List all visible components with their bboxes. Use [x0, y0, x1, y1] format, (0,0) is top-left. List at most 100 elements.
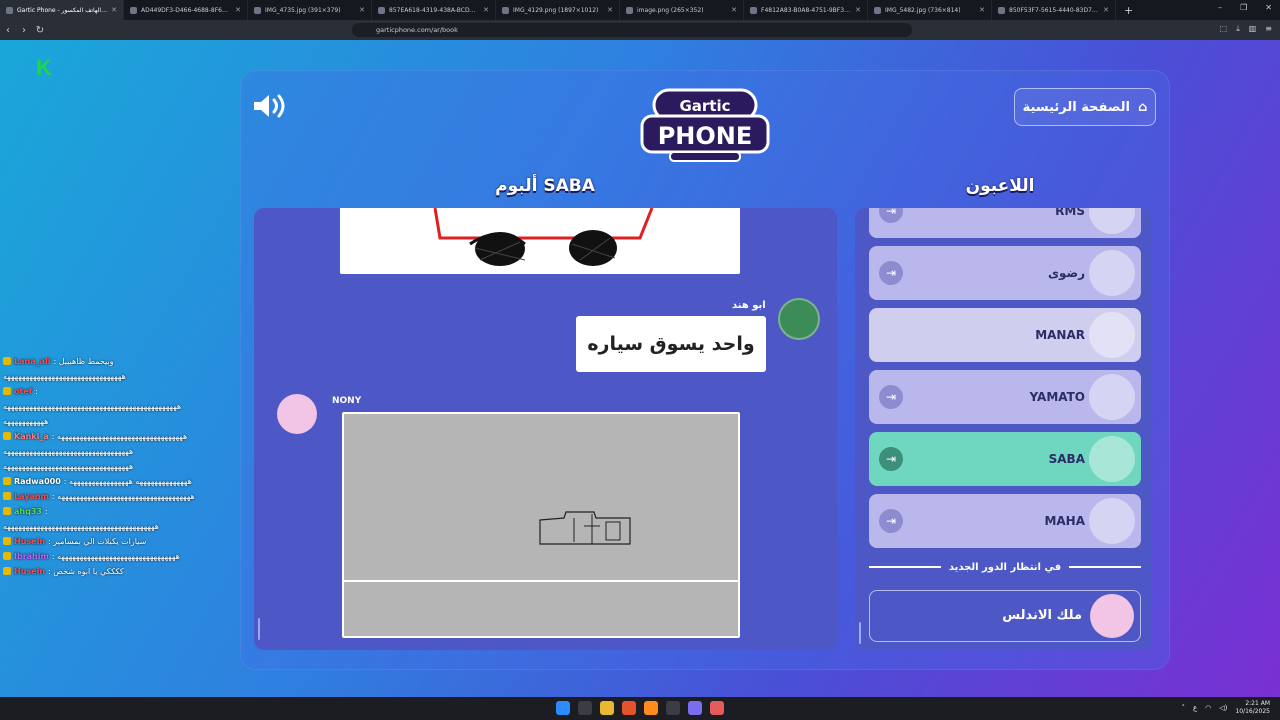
- chat-username[interactable]: Husein: [14, 537, 45, 546]
- tab-close-icon[interactable]: ✕: [1103, 6, 1109, 14]
- player-avatar: [1089, 312, 1135, 358]
- drawing-canvas[interactable]: [342, 412, 740, 638]
- tab-close-icon[interactable]: ✕: [979, 6, 985, 14]
- chat-text: هههههههههههه: [3, 417, 49, 426]
- taskbar-apps: [556, 701, 724, 715]
- tab-close-icon[interactable]: ✕: [235, 6, 241, 14]
- browser-tab[interactable]: F4812A83-B0A8-4751-9BF3-AFAD0... ✕: [744, 0, 868, 20]
- sidebar-icon[interactable]: ▥: [1249, 24, 1257, 34]
- kick-player-icon[interactable]: ⇥: [879, 509, 903, 533]
- kick-player-icon[interactable]: ⇥: [879, 261, 903, 285]
- browser-tab[interactable]: Gartic Phone - لعبة الهاتف المكسور ✕: [0, 0, 124, 20]
- address-bar[interactable]: garticphone.com/ar/book: [352, 23, 912, 37]
- forward-icon[interactable]: ›: [16, 25, 32, 36]
- close-window-icon[interactable]: ✕: [1265, 3, 1272, 12]
- chat-username[interactable]: Kanki_a: [14, 432, 49, 441]
- back-icon[interactable]: ‹: [0, 25, 16, 36]
- chat-username[interactable]: Layanm: [14, 492, 49, 501]
- wifi-icon[interactable]: ◠: [1205, 704, 1211, 712]
- tab-favicon-icon: [254, 6, 261, 14]
- browser-tab[interactable]: IMG_4129.png (1897×1012) ✕: [496, 0, 620, 20]
- clock[interactable]: 2:21 AM 10/16/2025: [1235, 700, 1270, 716]
- tab-close-icon[interactable]: ✕: [855, 6, 861, 14]
- chat-username[interactable]: Lana_ali: [14, 357, 50, 366]
- home-label: الصفحة الرئيسية: [1022, 99, 1130, 115]
- tab-favicon-icon: [874, 6, 881, 14]
- minimize-icon[interactable]: –: [1218, 3, 1222, 12]
- chat-username[interactable]: Ibrahim: [14, 552, 49, 561]
- chat-username[interactable]: Husein: [14, 567, 45, 576]
- tab-favicon-icon: [750, 6, 757, 14]
- lang-indicator[interactable]: ع: [1193, 704, 1197, 712]
- downloads-icon[interactable]: ⤓: [1236, 24, 1240, 34]
- app-icon[interactable]: [710, 701, 724, 715]
- file-explorer-icon[interactable]: [600, 701, 614, 715]
- drawing-sketch: [539, 511, 631, 545]
- player-avatar: [1089, 498, 1135, 544]
- tab-title: image.png (265×352): [637, 6, 704, 14]
- menu-icon[interactable]: ≡: [1265, 24, 1272, 34]
- waiting-player-avatar: [1090, 594, 1134, 638]
- sound-icon[interactable]: [252, 92, 288, 120]
- browser-tab[interactable]: 850F53F7-5615-4440-83D7-D4CD6... ✕: [992, 0, 1116, 20]
- chat-colon: :: [44, 507, 48, 516]
- browser-tab[interactable]: 857EA618-4319-438A-BCDA-0AEB5...✕: [372, 0, 496, 20]
- chat-message: Radwa000: ههههههههههههههه هههههههههههههه…: [3, 474, 333, 489]
- tab-close-icon[interactable]: ✕: [111, 6, 117, 14]
- browser-tab[interactable]: image.png (265×352) ✕: [620, 0, 744, 20]
- browser-tab[interactable]: IMG_5482.jpg (736×814) ✕: [868, 0, 992, 20]
- tab-close-icon[interactable]: ✕: [359, 6, 365, 14]
- chat-colon: :: [35, 387, 38, 396]
- chat-username[interactable]: otef: [14, 387, 32, 396]
- tab-title: 850F53F7-5615-4440-83D7-D4CD6...: [1009, 6, 1099, 14]
- tab-title: AD449DF3-D466-4688-8F60-1676F...: [141, 6, 231, 14]
- kick-player-icon[interactable]: ⇥: [879, 385, 903, 409]
- speech-bubble: واحد يسوق سياره: [576, 316, 766, 372]
- gartic-phone-logo: Gartic PHONE: [640, 88, 770, 162]
- chat-badge-icon: [3, 552, 11, 560]
- player-avatar: [1089, 374, 1135, 420]
- app-icon[interactable]: [666, 701, 680, 715]
- browser-toolbar: ‹ › ↻ ▯ garticphone.com/ar/book ⬚ ⤓ ▥ ≡: [0, 20, 1280, 40]
- tab-close-icon[interactable]: ✕: [483, 6, 489, 14]
- browser-tools: ⬚ ⤓ ▥ ≡: [1220, 24, 1272, 34]
- players-scrollbar[interactable]: [859, 622, 861, 644]
- new-tab-button[interactable]: +: [1116, 4, 1141, 17]
- reload-icon[interactable]: ↻: [32, 25, 48, 36]
- tab-favicon-icon: [626, 6, 633, 14]
- chat-message: Husein: سيارات يكبلات الي بمسامير: [3, 534, 333, 549]
- maximize-icon[interactable]: ❐: [1240, 3, 1247, 12]
- window-controls: – ❐ ✕: [1218, 3, 1272, 12]
- brave-icon[interactable]: [622, 701, 636, 715]
- tab-strip: Gartic Phone - لعبة الهاتف المكسور✕AD449…: [0, 0, 1116, 20]
- tab-favicon-icon: [502, 6, 509, 14]
- browser-tab[interactable]: AD449DF3-D466-4688-8F60-1676F... ✕: [124, 0, 248, 20]
- drawer-name: NONY: [332, 396, 362, 406]
- chevron-up-icon[interactable]: ˄: [1181, 704, 1185, 712]
- chat-badge-icon: [3, 537, 11, 545]
- app-icon[interactable]: [644, 701, 658, 715]
- chat-username[interactable]: Radwa000: [14, 477, 61, 486]
- player-avatar: [1089, 250, 1135, 296]
- player-name: SABA: [1048, 452, 1085, 466]
- volume-icon[interactable]: ◁): [1219, 704, 1227, 712]
- home-button[interactable]: الصفحة الرئيسية ⌂: [1014, 88, 1156, 126]
- start-icon[interactable]: [556, 701, 570, 715]
- tab-close-icon[interactable]: ✕: [607, 6, 613, 14]
- extensions-icon[interactable]: ⬚: [1220, 24, 1228, 34]
- chat-message: ahq33:: [3, 504, 333, 519]
- browser-tab[interactable]: IMG_4735.jpg (391×379) ✕: [248, 0, 372, 20]
- app-icon[interactable]: [688, 701, 702, 715]
- album-scrollbar[interactable]: [258, 618, 260, 640]
- search-icon[interactable]: [578, 701, 592, 715]
- kick-player-icon[interactable]: ⇥: [879, 447, 903, 471]
- chat-username[interactable]: ahq33: [14, 507, 42, 516]
- tab-title: F4812A83-B0A8-4751-9BF3-AFAD0...: [761, 6, 851, 14]
- player-name: RMS: [1055, 208, 1085, 218]
- waiting-player-name: ملك الاندلس: [1002, 608, 1082, 623]
- tab-close-icon[interactable]: ✕: [731, 6, 737, 14]
- kick-player-icon[interactable]: ⇥: [879, 208, 903, 223]
- chat-badge-icon: [3, 357, 11, 365]
- clock-time: 2:21 AM: [1245, 700, 1270, 707]
- chat-badge-icon: [3, 567, 11, 575]
